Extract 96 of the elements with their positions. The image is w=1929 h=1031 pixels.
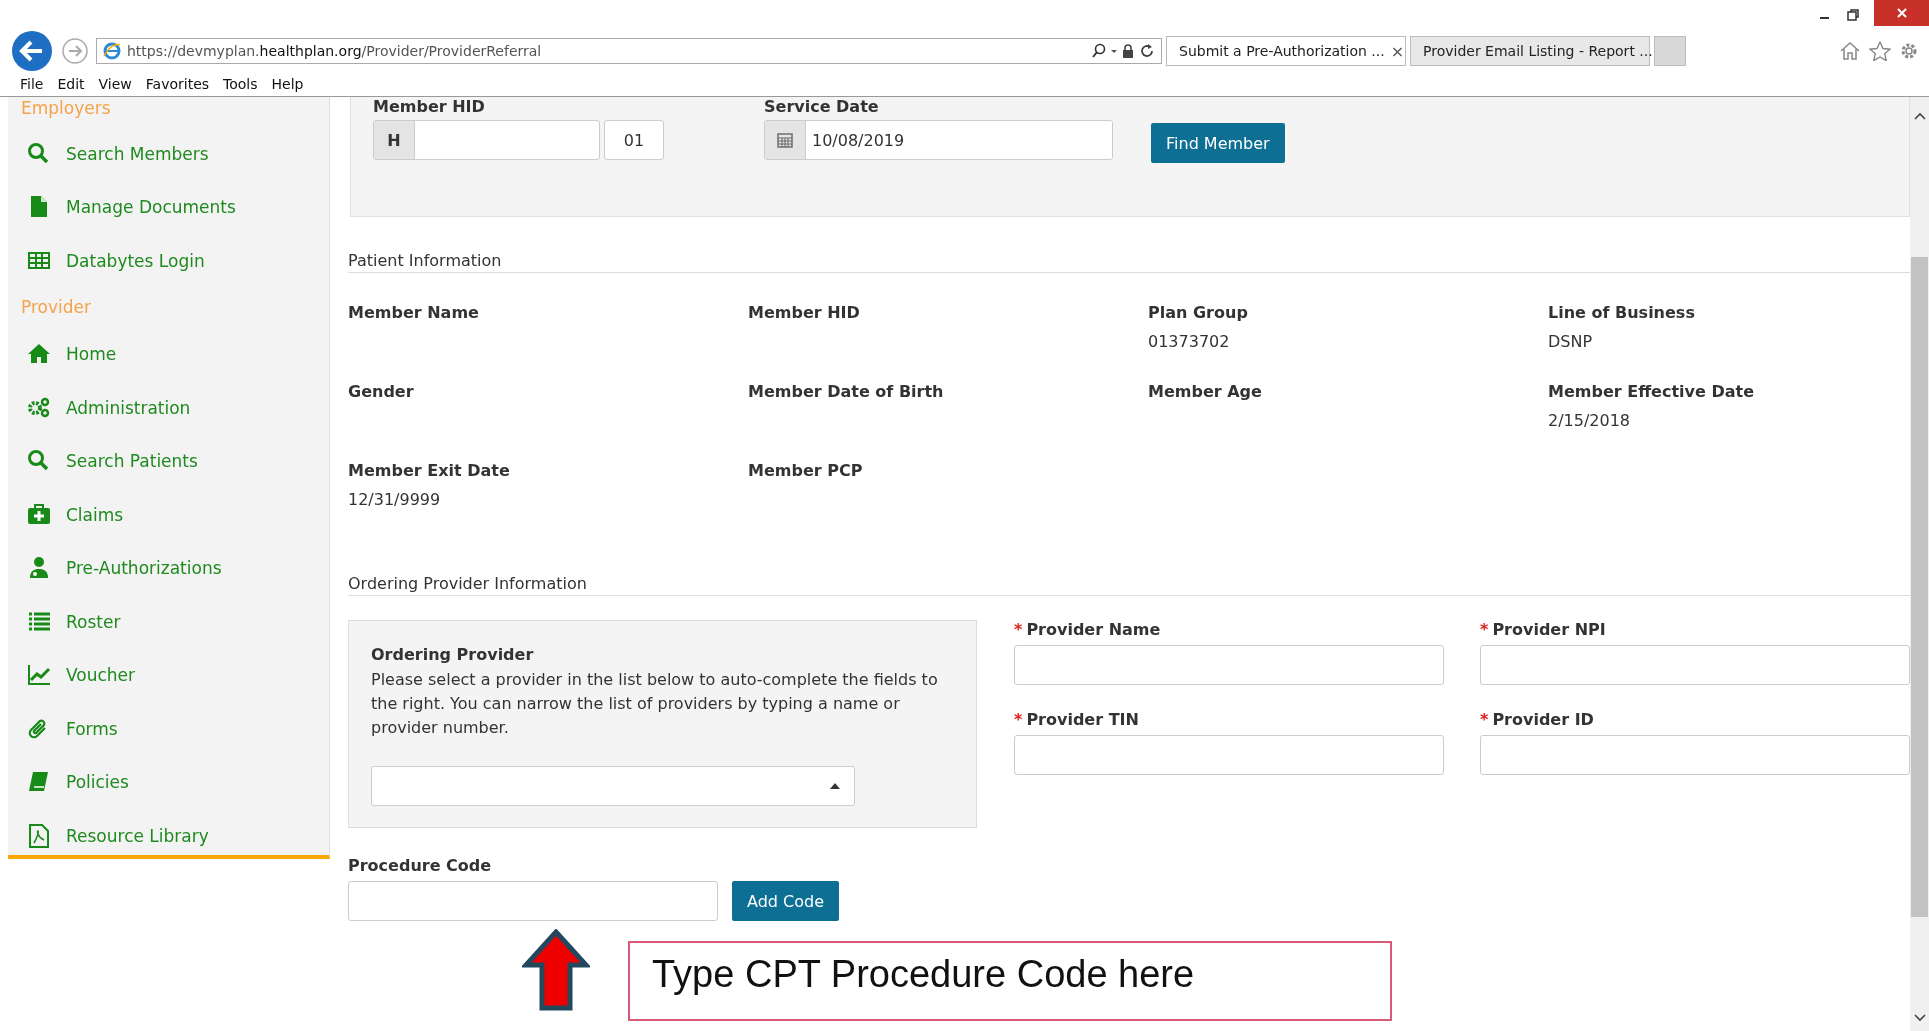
refresh-icon	[1139, 43, 1155, 59]
find-member-button[interactable]: Find Member	[1151, 123, 1285, 163]
required-mark: *	[1014, 710, 1023, 729]
field-label: Provider NPI	[1492, 620, 1606, 639]
close-icon	[1895, 7, 1908, 19]
sidebar-item[interactable]: Roster	[8, 595, 329, 649]
restore-icon[interactable]	[1846, 8, 1860, 22]
sidebar-item[interactable]: Administration	[8, 381, 329, 435]
field-value: 12/31/9999	[348, 490, 442, 509]
field-value: 2/15/2018	[1548, 411, 1632, 430]
caret-icon	[830, 783, 840, 789]
settings-icon[interactable]	[1899, 41, 1919, 61]
menu-item[interactable]: View	[98, 76, 132, 92]
field-label: Member Age	[1148, 382, 1263, 401]
field-label: Provider Name	[1026, 620, 1161, 639]
panel-title: Ordering Provider	[371, 645, 535, 664]
sidebar-item[interactable]: Voucher	[8, 648, 329, 702]
help-text: Please select a provider in the list below to auto-complete the fields to the right. You can narrow the list of providers by typing a name or provider number.	[371, 669, 939, 739]
field-value: 01373702	[1148, 332, 1231, 351]
medical-kit-icon	[27, 502, 51, 527]
field-label: Gender	[348, 382, 415, 401]
tab-close-button[interactable]: ×	[1390, 41, 1405, 61]
star-icon[interactable]	[1869, 41, 1891, 61]
field-label: Member Exit Date	[348, 461, 511, 480]
search-icon	[1091, 43, 1107, 59]
search-icon	[27, 141, 51, 166]
scroll-up-icon	[1912, 111, 1927, 121]
section-title: Patient Information	[348, 251, 1910, 273]
menu-item[interactable]: File	[20, 76, 44, 92]
menu-item[interactable]: Favorites	[145, 76, 210, 92]
browser-tab[interactable]: Submit a Pre-Authorization ... ×	[1166, 36, 1406, 66]
member-hid-field[interactable]: H	[373, 120, 600, 160]
input-prefix: H	[374, 121, 415, 159]
field-label: Member PCP	[748, 461, 864, 480]
sidebar-item[interactable]: Pre-Authorizations	[8, 541, 329, 595]
text-field[interactable]	[1014, 645, 1444, 685]
add-code-button[interactable]: Add Code	[732, 881, 840, 921]
sidebar-item[interactable]: Policies	[8, 755, 329, 809]
ie-icon	[103, 42, 121, 60]
field-value: DSNP	[1548, 332, 1594, 351]
menu-item[interactable]: Edit	[57, 76, 85, 92]
date-field[interactable]: 10/08/2019	[764, 120, 1113, 160]
sidebar-item[interactable]: Search Members	[8, 127, 329, 181]
up-arrow-icon	[522, 929, 590, 1011]
field-label: Member Name	[348, 303, 480, 322]
section-title: Ordering Provider Information	[348, 574, 1910, 596]
required-mark: *	[1480, 620, 1489, 639]
field-label: Line of Business	[1548, 303, 1696, 322]
field-label: Procedure Code	[348, 856, 493, 875]
text-field[interactable]	[1480, 645, 1910, 685]
field-label: Member HID	[748, 303, 861, 322]
scroll-down-icon	[1912, 1013, 1927, 1023]
gears-icon	[27, 395, 51, 420]
sidebar-item[interactable]: Databytes Login	[8, 234, 329, 288]
url-text: https://devmyplan.healthplan.org/Provider/ProviderReferral	[127, 43, 543, 59]
pdf-file-icon	[27, 823, 51, 848]
field-label: Member HID	[373, 97, 486, 116]
calendar-icon	[777, 132, 793, 148]
provider-dropdown[interactable]	[371, 766, 855, 806]
text-field[interactable]	[1014, 735, 1444, 775]
sidebar-item[interactable]: Home	[8, 327, 329, 381]
close-button[interactable]	[1874, 0, 1929, 26]
line-chart-icon	[27, 663, 51, 688]
callout-box: Type CPT Procedure Code here	[628, 941, 1392, 1021]
required-mark: *	[1014, 620, 1023, 639]
lock-icon	[1121, 43, 1135, 59]
section-heading: Employers	[20, 97, 112, 119]
scrollbar-thumb[interactable]	[1911, 257, 1928, 917]
field-label: Member Effective Date	[1548, 382, 1755, 401]
suffix-field[interactable]: 01	[604, 120, 664, 160]
field-label: Plan Group	[1148, 303, 1249, 322]
forward-button[interactable]	[60, 36, 90, 66]
menu-item[interactable]: Tools	[223, 76, 258, 92]
procedure-code-field[interactable]	[348, 881, 718, 921]
scrollbar[interactable]	[1910, 97, 1929, 1031]
doctor-icon	[27, 556, 51, 581]
required-mark: *	[1480, 710, 1489, 729]
sidebar-item[interactable]: Manage Documents	[8, 180, 329, 234]
field-label: Service Date	[764, 97, 880, 116]
section-heading: Provider	[20, 295, 92, 318]
sidebar-item[interactable]: Resource Library	[8, 809, 329, 855]
text-field[interactable]	[1480, 735, 1910, 775]
field-label: Provider ID	[1492, 710, 1594, 729]
browser-tab[interactable]: Provider Email Listing - Report ...	[1410, 36, 1650, 66]
field-label: Provider TIN	[1026, 710, 1139, 729]
sidebar-item[interactable]: Claims	[8, 488, 329, 542]
tab-title: Submit a Pre-Authorization ...	[1179, 43, 1385, 59]
menu-item[interactable]: Help	[271, 76, 304, 92]
field-label: Member Date of Birth	[748, 382, 945, 401]
tab-title: Provider Email Listing - Report ...	[1423, 43, 1653, 59]
home-icon[interactable]	[1839, 41, 1861, 61]
dropdown-icon	[1111, 49, 1117, 53]
sidebar-item[interactable]: Forms	[8, 702, 329, 756]
sidebar-item[interactable]: Search Patients	[8, 434, 329, 488]
new-tab-button[interactable]	[1654, 36, 1686, 66]
address-bar[interactable]: https://devmyplan.healthplan.org/Provider/ProviderReferral	[96, 38, 1162, 64]
